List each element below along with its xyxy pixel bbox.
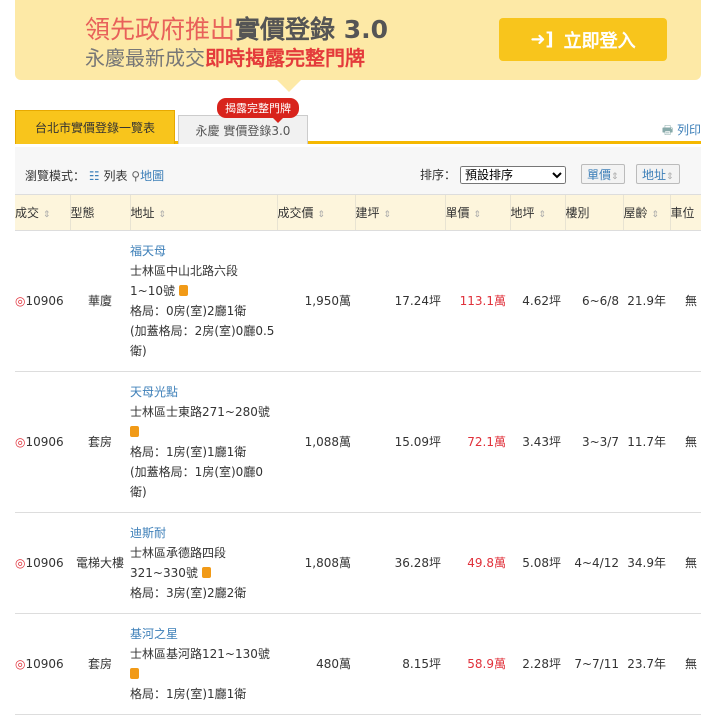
table-cell: 36.28坪 (355, 512, 445, 614)
building-name-link[interactable]: 基河之星 (130, 624, 277, 644)
table-row[interactable]: ◎10906 電梯大樓 迪斯耐 士林區承德路四段 321~330號 格局：3房(室)2廳2… (15, 512, 701, 614)
table-cell: ◎10906 (15, 512, 70, 614)
building-name-link[interactable]: 天母光點 (130, 382, 277, 402)
table-cell: 迪斯耐 士林區承德路四段 321~330號 格局：3房(室)2廳2衛 (130, 512, 277, 614)
table-cell: 套房 (70, 613, 130, 715)
table-cell: 113.1萬 (445, 230, 510, 372)
transactions-table: 成交 ⇕ 型態 地址 ⇕ 成交價 ⇕ 建坪 ⇕ 單價 ⇕ 地坪 ⇕ 樓別 屋齡 ⇕ 車位 ◎109… (15, 195, 701, 715)
table-row[interactable]: ◎10906 華廈 福天母 士林區中山北路六段 1~10號 格局：0房(室)2廳1衛 (加蓋… (15, 230, 701, 372)
table-row[interactable]: ◎10906 套房 天母光點 士林區士東路271~280號 格局：1房(室)1廳1衛 (加… (15, 371, 701, 513)
table-cell: 套房 (70, 371, 130, 513)
table-cell: 6~6/8 (565, 230, 623, 372)
table-cell: 58.9萬 (445, 613, 510, 715)
reveal-badge: 揭露完整門牌 (217, 98, 299, 123)
map-pin-icon: ⚲ (131, 169, 141, 183)
table-cell: ◎10906 (15, 230, 70, 372)
table-cell: 1,088萬 (277, 371, 355, 513)
table-cell: 7~7/11 (565, 613, 623, 715)
table-cell: 福天母 士林區中山北路六段 1~10號 格局：0房(室)2廳1衛 (加蓋格局：2房(室)… (130, 230, 277, 372)
list-icon: ☷ (88, 169, 100, 183)
table-cell: 天母光點 士林區士東路271~280號 格局：1房(室)1廳1衛 (加蓋格局：1房(室… (130, 371, 277, 513)
sort-icon: ⇕ (317, 209, 325, 220)
sort-select[interactable]: 預設排序 (460, 166, 567, 184)
table-cell: 49.8萬 (445, 512, 510, 614)
sort-icon: ⇕ (158, 209, 166, 220)
table-cell: ◎10906 (15, 613, 70, 715)
table-cell: 無 (670, 371, 701, 513)
login-button[interactable]: ➜] 立即登入 (499, 18, 667, 61)
table-cell: 3.43坪 (510, 371, 565, 513)
column-header[interactable]: 地址 ⇕ (129, 195, 277, 231)
banner-headline: 領先政府推出實價登錄 3.0 (85, 15, 389, 44)
sort-icon: ⇕ (383, 209, 391, 220)
column-header[interactable]: 建坪 ⇕ (354, 195, 445, 231)
lock-icon (178, 284, 188, 296)
sort-unit-price-button[interactable]: 單價⇕ (581, 164, 625, 184)
table-cell: 華廈 (70, 230, 130, 372)
table-cell: 21.9年 (623, 230, 670, 372)
column-header[interactable]: 成交 ⇕ (15, 195, 70, 231)
tab-yungching-3[interactable]: 永慶 實價登錄3.0 (178, 115, 308, 144)
table-cell: 3~3/7 (565, 371, 623, 513)
column-header: 型態 (69, 195, 130, 231)
table-cell: 15.09坪 (355, 371, 445, 513)
building-name-link[interactable]: 迪斯耐 (130, 523, 277, 543)
table-cell: 無 (670, 230, 701, 372)
table-cell: 8.15坪 (355, 613, 445, 715)
sort-icon: ⇕ (538, 209, 546, 220)
table-cell: 1,950萬 (277, 230, 355, 372)
table-cell: 無 (670, 512, 701, 614)
table-cell: 5.08坪 (510, 512, 565, 614)
column-header: 車位 (669, 195, 701, 231)
table-cell: 4.62坪 (510, 230, 565, 372)
target-icon: ◎ (15, 555, 26, 570)
table-cell: 17.24坪 (355, 230, 445, 372)
column-header: 樓別 (564, 195, 623, 231)
tab-bar: 台北市實價登錄一覽表 永慶 實價登錄3.0 揭露完整門牌 🖶 列印 (15, 98, 701, 144)
table-cell: 72.1萬 (445, 371, 510, 513)
target-icon: ◎ (15, 293, 26, 308)
column-header[interactable]: 單價 ⇕ (444, 195, 510, 231)
printer-icon: 🖶 (661, 123, 674, 137)
target-icon: ◎ (15, 434, 26, 449)
table-cell: 11.7年 (623, 371, 670, 513)
lock-icon (130, 667, 139, 679)
table-cell: 23.7年 (623, 613, 670, 715)
building-name-link[interactable]: 福天母 (130, 241, 277, 261)
map-view-button[interactable]: ⚲地圖 (131, 169, 164, 183)
table-cell: 2.28坪 (510, 613, 565, 715)
lock-icon (201, 566, 211, 578)
table-cell: 基河之星 士林區基河路121~130號 格局：1房(室)1廳1衛 (130, 613, 277, 715)
login-icon: ➜] (530, 29, 554, 50)
column-header[interactable]: 地坪 ⇕ (509, 195, 565, 231)
table-cell: ◎10906 (15, 371, 70, 513)
sort-address-button[interactable]: 地址⇕ (636, 164, 680, 184)
banner-subline: 永慶最新成交即時揭露完整門牌 (85, 46, 365, 70)
list-view-button[interactable]: ☷ 列表 (89, 169, 128, 183)
sort-icon: ⇕ (42, 209, 51, 220)
toolbar: 瀏覽模式： ☷ 列表 ⚲地圖 排序： 預設排序 單價⇕ 地址⇕ (15, 147, 701, 195)
sort-icon: ⇕ (473, 209, 481, 220)
print-button[interactable]: 🖶 列印 (662, 121, 701, 142)
target-icon: ◎ (15, 656, 26, 671)
table-cell: 電梯大樓 (70, 512, 130, 614)
sort-icon: ⇕ (651, 209, 659, 220)
table-cell: 4~4/12 (565, 512, 623, 614)
lock-icon (130, 425, 139, 437)
column-header[interactable]: 屋齡 ⇕ (622, 195, 670, 231)
column-header[interactable]: 成交價 ⇕ (276, 195, 355, 231)
table-cell: 480萬 (277, 613, 355, 715)
table-row[interactable]: ◎10906 套房 基河之星 士林區基河路121~130號 格局：1房(室)1廳1衛 48… (15, 613, 701, 715)
tab-taipei-list[interactable]: 台北市實價登錄一覽表 (15, 110, 175, 144)
table-cell: 無 (670, 613, 701, 715)
promo-banner: 領先政府推出實價登錄 3.0 永慶最新成交即時揭露完整門牌 ➜] 立即登入 (15, 0, 701, 92)
table-cell: 1,808萬 (277, 512, 355, 614)
table-cell: 34.9年 (623, 512, 670, 614)
